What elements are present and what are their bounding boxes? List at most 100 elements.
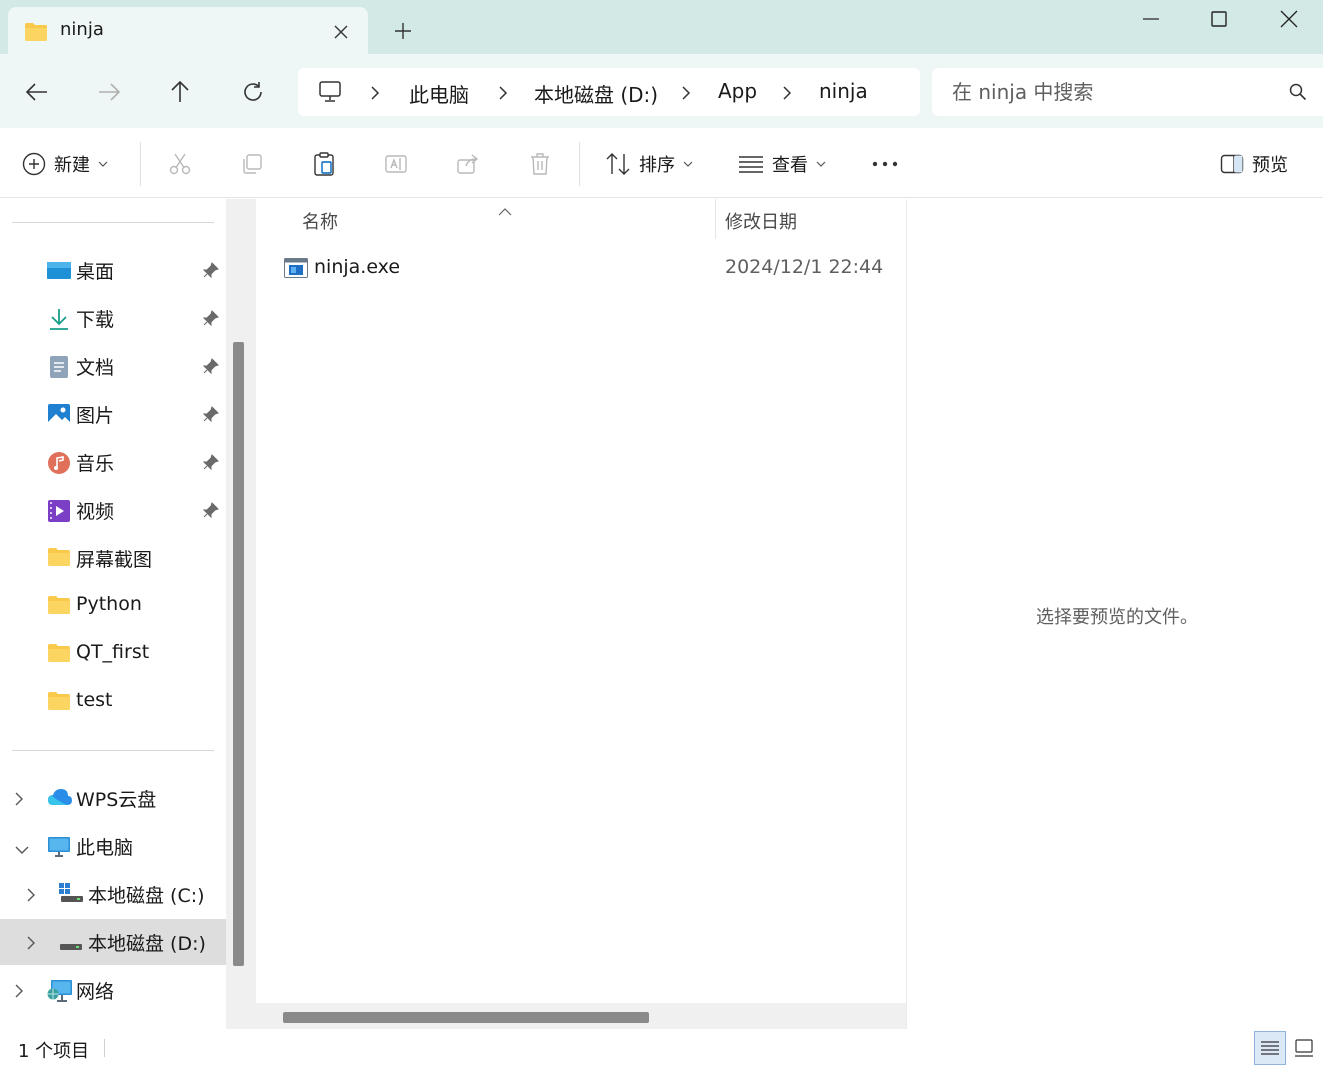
chevron-down-icon <box>683 161 693 167</box>
item-count: 1 个项目 <box>18 1041 90 1062</box>
close-window-button[interactable] <box>1255 0 1323 38</box>
preview-button[interactable]: 预览 <box>1220 148 1288 180</box>
sidebar-item-python[interactable]: Python <box>0 583 226 629</box>
sidebar-item-this-pc[interactable]: 此电脑 <box>0 823 226 869</box>
view-label: 查看 <box>772 155 808 176</box>
title-bar: ninja <box>0 0 1323 55</box>
sidebar-item-qt-first[interactable]: QT_first <box>0 631 226 677</box>
plus-circle-icon <box>22 152 46 176</box>
column-divider[interactable] <box>715 199 716 239</box>
folder-icon <box>24 22 48 47</box>
sidebar-item-drive-c[interactable]: 本地磁盘 (C:) <box>0 871 226 917</box>
sidebar-item-documents[interactable]: 文档 <box>0 343 226 389</box>
share-button[interactable] <box>456 148 480 180</box>
breadcrumb-app[interactable]: App <box>718 79 757 103</box>
maximize-button[interactable] <box>1185 0 1253 38</box>
pin-icon[interactable] <box>202 357 219 379</box>
sidebar-item-test[interactable]: test <box>0 679 226 725</box>
breadcrumb-this-pc[interactable]: 此电脑 <box>409 79 469 108</box>
search-box[interactable] <box>932 68 1323 116</box>
filelist-horizontal-scrollbar-thumb[interactable] <box>283 1012 649 1023</box>
tab-ninja[interactable]: ninja <box>8 7 368 55</box>
column-header-date[interactable]: 修改日期 <box>725 208 797 234</box>
forward-button[interactable] <box>89 74 129 110</box>
file-modified-date: 2024/12/1 22:44 <box>725 256 884 278</box>
chevron-down-icon <box>98 161 108 167</box>
refresh-icon <box>244 82 262 101</box>
copy-button[interactable] <box>240 148 264 180</box>
details-view-icon <box>1261 1041 1279 1055</box>
sidebar-item-downloads[interactable]: 下载 <box>0 295 226 341</box>
details-view-button[interactable] <box>1254 1031 1286 1065</box>
chevron-down-icon[interactable] <box>14 838 30 860</box>
sidebar-item-wps-cloud[interactable]: WPS云盘 <box>0 775 226 821</box>
refresh-button[interactable] <box>233 74 273 110</box>
sidebar-scrollbar-thumb[interactable] <box>233 342 244 966</box>
pc-icon <box>47 835 71 859</box>
close-icon <box>1280 10 1298 28</box>
up-button[interactable] <box>160 74 200 110</box>
tab-close-button[interactable] <box>326 17 356 47</box>
status-divider <box>104 1039 105 1057</box>
folder-icon <box>47 691 71 715</box>
sidebar-item-network[interactable]: 网络 <box>0 967 226 1013</box>
sort-icon <box>606 153 630 175</box>
preview-pane-icon <box>1220 154 1244 174</box>
breadcrumb-drive-d[interactable]: 本地磁盘 (D:) <box>534 79 658 108</box>
view-button[interactable]: 查看 <box>738 148 826 180</box>
search-icon[interactable] <box>1289 83 1307 106</box>
minimize-button[interactable] <box>1117 0 1185 38</box>
sort-button[interactable]: 排序 <box>605 148 693 180</box>
plus-icon <box>395 23 411 39</box>
chevron-right-icon <box>782 84 792 106</box>
navigation-pane: 桌面 下载 文档 图片 音乐 视频 屏幕截图 Python QT_first t… <box>0 199 226 1029</box>
tiles-view-button[interactable] <box>1290 1031 1318 1065</box>
music-icon <box>47 451 71 475</box>
chevron-right-icon[interactable] <box>26 934 36 956</box>
toolbar-divider <box>140 142 141 186</box>
chevron-right-icon[interactable] <box>14 982 24 1004</box>
sidebar-item-desktop[interactable]: 桌面 <box>0 247 226 293</box>
pin-icon[interactable] <box>202 261 219 283</box>
pin-icon[interactable] <box>202 501 219 523</box>
arrow-up-icon <box>171 81 189 102</box>
sidebar-item-videos[interactable]: 视频 <box>0 487 226 533</box>
drive-c-icon <box>59 883 83 907</box>
navigation-bar: 此电脑 本地磁盘 (D:) App ninja <box>0 54 1323 128</box>
rename-button[interactable] <box>384 148 408 180</box>
sidebar-item-music[interactable]: 音乐 <box>0 439 226 485</box>
trash-icon <box>531 153 549 175</box>
new-tab-button[interactable] <box>388 16 418 46</box>
pictures-icon <box>47 403 71 427</box>
sidebar-item-drive-d[interactable]: 本地磁盘 (D:) <box>0 919 226 965</box>
folder-icon <box>47 547 71 571</box>
chevron-right-icon[interactable] <box>26 886 36 908</box>
tab-title: ninja <box>60 19 104 40</box>
cloud-icon <box>47 787 72 811</box>
sidebar-item-screenshots[interactable]: 屏幕截图 <box>0 535 226 581</box>
search-input[interactable] <box>952 78 1272 106</box>
pin-icon[interactable] <box>202 309 219 331</box>
view-list-icon <box>739 156 763 173</box>
file-row[interactable]: ninja.exe 2024/12/1 22:44 <box>256 247 906 291</box>
chevron-right-icon[interactable] <box>14 790 24 812</box>
paste-button[interactable] <box>312 148 336 180</box>
more-options-button[interactable] <box>872 148 898 180</box>
arrow-left-icon <box>26 83 47 101</box>
pin-icon[interactable] <box>202 453 219 475</box>
sidebar-item-pictures[interactable]: 图片 <box>0 391 226 437</box>
sidebar-divider <box>12 222 214 223</box>
chevron-right-icon <box>498 84 508 106</box>
preview-pane-divider[interactable] <box>906 199 907 1029</box>
chevron-down-icon <box>816 161 826 167</box>
delete-button[interactable] <box>528 148 552 180</box>
pin-icon[interactable] <box>202 405 219 427</box>
breadcrumb-ninja[interactable]: ninja <box>819 79 868 103</box>
address-bar[interactable]: 此电脑 本地磁盘 (D:) App ninja <box>298 68 920 116</box>
new-button[interactable]: 新建 <box>22 148 108 180</box>
file-name: ninja.exe <box>314 256 401 278</box>
cut-button[interactable] <box>168 148 192 180</box>
column-header-name[interactable]: 名称 <box>302 208 338 234</box>
back-button[interactable] <box>17 74 57 110</box>
desktop-icon <box>47 259 71 283</box>
